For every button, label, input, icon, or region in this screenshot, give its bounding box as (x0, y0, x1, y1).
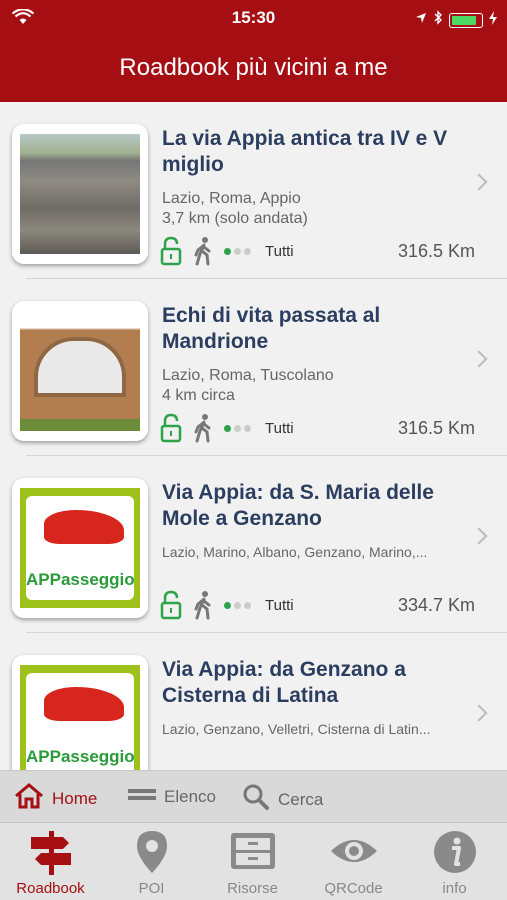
distance-label: 316.5 Km (397, 241, 475, 261)
tab-roadbook[interactable]: Roadbook (0, 823, 101, 900)
search-icon (242, 783, 270, 816)
charging-icon (489, 10, 497, 30)
walking-icon (192, 590, 214, 620)
tab-info[interactable]: info (404, 823, 505, 900)
thumbnail-appasseggio-logo: APPasseggio (12, 478, 148, 618)
filter-elenco-label: Elenco (164, 786, 216, 806)
list-item[interactable]: APPasseggio Via Appia: da S. Maria delle… (0, 456, 507, 633)
list-item[interactable]: Echi di vita passata al Mandrione Lazio,… (0, 279, 507, 456)
signpost-icon (27, 829, 75, 882)
walking-icon (192, 236, 214, 266)
bluetooth-icon (433, 10, 443, 30)
audience-label: Tutti (265, 419, 294, 437)
roadbook-list[interactable]: La via Appia antica tra IV e V miglio La… (0, 102, 507, 770)
filter-cerca-label: Cerca (278, 789, 324, 809)
tab-roadbook-label: Roadbook (16, 880, 85, 897)
info-icon (432, 829, 478, 880)
eye-icon (329, 829, 379, 878)
item-detail: 3,7 km (solo andata) (162, 210, 308, 227)
walking-icon (192, 413, 214, 443)
filter-home-button[interactable]: Home (14, 783, 97, 814)
appasseggio-logo-text: APPasseggio (26, 570, 135, 589)
drawer-icon (229, 829, 277, 878)
item-detail: 4 km circa (162, 387, 235, 404)
filter-cerca-button[interactable]: Cerca (242, 783, 323, 816)
tab-info-label: info (442, 880, 467, 897)
filter-home-label: Home (52, 788, 98, 808)
tab-bar: Roadbook POI Risorse QRCode info (0, 822, 507, 900)
audience-label: Tutti (265, 596, 294, 614)
tab-poi[interactable]: POI (101, 823, 202, 900)
list-icon (128, 783, 156, 810)
item-title: Via Appia: da Genzano a Cisterna di Lati… (162, 658, 406, 707)
unlock-icon (160, 236, 182, 266)
thumbnail-appasseggio-logo: APPasseggio (12, 655, 148, 770)
difficulty-indicator (224, 247, 251, 255)
nav-bar: Roadbook più vicini a me (0, 34, 507, 102)
difficulty-indicator (224, 424, 251, 432)
home-icon (14, 783, 44, 814)
tab-risorse[interactable]: Risorse (202, 823, 303, 900)
filter-bar: Home Elenco Cerca (0, 770, 507, 822)
chevron-right-icon (470, 527, 488, 545)
status-bar: 15:30 (0, 0, 507, 34)
list-item[interactable]: La via Appia antica tra IV e V miglio La… (0, 102, 507, 279)
page-title: Roadbook più vicini a me (119, 54, 388, 81)
list-item[interactable]: APPasseggio Via Appia: da Genzano a Cist… (0, 633, 507, 770)
appasseggio-logo-text: APPasseggio (26, 747, 135, 766)
tab-risorse-label: Risorse (227, 880, 278, 897)
unlock-icon (160, 590, 182, 620)
tab-poi-label: POI (138, 880, 165, 897)
tab-qrcode-label: QRCode (324, 880, 383, 897)
item-title: La via Appia antica tra IV e V miglio (162, 127, 448, 176)
distance-label: 334.7 Km (397, 595, 475, 615)
map-pin-icon (135, 829, 169, 880)
battery-icon (449, 12, 483, 28)
distance-label: 316.5 Km (397, 418, 475, 438)
item-location: Lazio, Roma, Appio (162, 190, 301, 207)
location-arrow-icon (415, 11, 427, 29)
chevron-right-icon (470, 704, 488, 722)
chevron-right-icon (470, 173, 488, 191)
filter-elenco-button[interactable]: Elenco (128, 783, 216, 810)
item-title: Via Appia: da S. Maria delle Mole a Genz… (162, 481, 434, 530)
item-location: Lazio, Marino, Albano, Genzano, Marino,.… (162, 544, 428, 560)
difficulty-indicator (224, 601, 251, 609)
item-location: Lazio, Roma, Tuscolano (162, 367, 334, 384)
item-location: Lazio, Genzano, Velletri, Cisterna di La… (162, 721, 431, 737)
unlock-icon (160, 413, 182, 443)
audience-label: Tutti (265, 242, 294, 260)
chevron-right-icon (470, 350, 488, 368)
tab-qrcode[interactable]: QRCode (303, 823, 404, 900)
thumbnail-arch (12, 301, 148, 441)
thumbnail-road (12, 124, 148, 264)
item-title: Echi di vita passata al Mandrione (162, 304, 381, 353)
